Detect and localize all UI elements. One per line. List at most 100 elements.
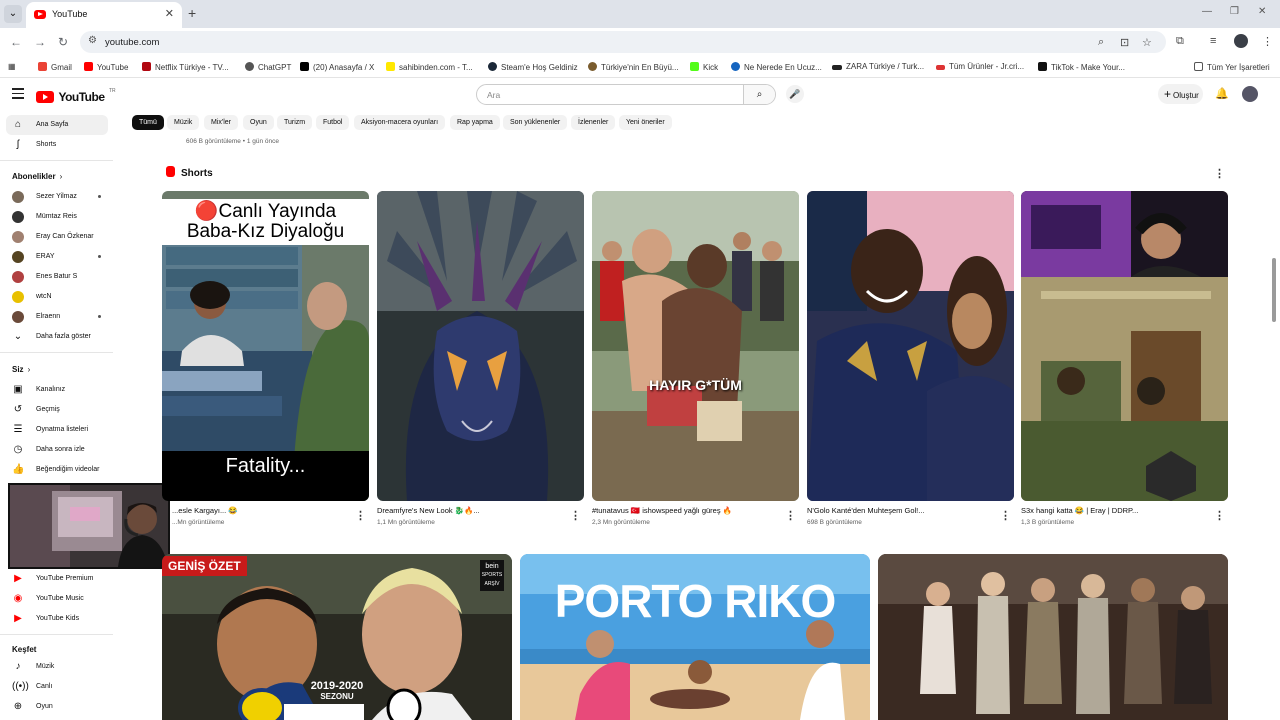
bookmark-steam[interactable]: Steam'e Hoş Geldiniz xyxy=(488,62,578,72)
new-tab-button[interactable]: + xyxy=(188,5,196,21)
sidebar-sub-1[interactable]: Mümtaz Reis xyxy=(6,207,108,227)
restore-icon[interactable]: ❐ xyxy=(1230,6,1239,17)
video-thumbnail[interactable]: PORTO RIKO xyxy=(520,554,870,720)
chip-new-to-you[interactable]: Yeni öneriler xyxy=(619,115,672,130)
install-app-icon[interactable]: ⊡ xyxy=(1120,36,1129,49)
short-menu-icon[interactable]: ⋮ xyxy=(570,509,581,522)
bookmark-turkiye[interactable]: Türkiye'nin En Büyü... xyxy=(588,62,679,72)
media-icon[interactable]: ≡ xyxy=(1210,35,1216,47)
sidebar-sub-4[interactable]: Enes Batur S xyxy=(6,267,108,287)
bookmark-netflix[interactable]: Netflix Türkiye - TV... xyxy=(142,62,229,72)
short-views: 1,1 Mn görüntüleme xyxy=(377,519,435,526)
tab-search-button[interactable]: ⌄ xyxy=(4,5,22,23)
extensions-icon[interactable]: ⧉ xyxy=(1176,35,1184,48)
sidebar-item-live[interactable]: ((•)) Canlı xyxy=(6,677,108,697)
show-more-button[interactable]: ⌄ Daha fazla göster xyxy=(6,327,108,347)
sidebar-item-explore-music[interactable]: ♪ Müzik xyxy=(6,657,108,677)
short-menu-icon[interactable]: ⋮ xyxy=(1214,509,1225,522)
profile-avatar[interactable] xyxy=(1234,34,1248,48)
bookmark-zara[interactable]: ZARA Türkiye / Turk... xyxy=(832,62,924,71)
sidebar-item-shorts[interactable]: ʃ Shorts xyxy=(6,135,108,155)
sidebar-item-history[interactable]: ↺ Geçmiş xyxy=(6,400,108,420)
chip-football[interactable]: Futbol xyxy=(316,115,350,130)
chip-action-adventure[interactable]: Aksiyon-macera oyunları xyxy=(354,115,446,130)
sidebar-item-home[interactable]: ⌂ Ana Sayfa xyxy=(6,115,108,135)
chip-music[interactable]: Müzik xyxy=(167,115,200,130)
sidebar-item-liked[interactable]: 👍 Beğendiğim videolar xyxy=(6,460,108,480)
chip-recently-uploaded[interactable]: Son yüklenenler xyxy=(503,115,568,130)
chip-all[interactable]: Tümü xyxy=(132,115,164,130)
search-input[interactable]: Ara xyxy=(487,90,500,100)
bookmark-star-icon[interactable]: ☆ xyxy=(1142,36,1152,49)
account-avatar[interactable] xyxy=(1242,86,1258,102)
bookmark-chatgpt[interactable]: ChatGPT xyxy=(245,62,291,72)
short-title[interactable]: ...esle Kargayı... 😂 xyxy=(172,506,342,515)
guide-menu-icon[interactable] xyxy=(12,88,24,102)
short-thumbnail[interactable]: HAYIR G*TÜM xyxy=(592,191,799,501)
notifications-bell-icon[interactable]: 🔔 xyxy=(1215,87,1229,100)
search-box[interactable]: Ara ⌕ xyxy=(476,84,776,105)
all-bookmarks[interactable]: Tüm Yer İşaretleri xyxy=(1194,62,1270,72)
sidebar-sub-2[interactable]: Eray Can Özkenar xyxy=(6,227,108,247)
bookmark-kick[interactable]: Kick xyxy=(690,62,718,72)
omnibox[interactable]: ⚙ youtube.com ⌕ ⊡ ☆ xyxy=(80,31,1166,53)
shelf-menu-icon[interactable]: ⋮ xyxy=(1214,167,1225,180)
short-title[interactable]: S3x hangi katta 😂 | Eray | DDRP... xyxy=(1021,506,1191,515)
sidebar-label: YouTube Music xyxy=(36,595,84,602)
short-thumbnail[interactable]: 🔴Canlı Yayında Baba-Kız Diyaloğu Fatalit… xyxy=(162,191,369,501)
sidebar-item-music[interactable]: ◉ YouTube Music xyxy=(6,589,108,609)
sidebar-sub-6[interactable]: Elraenn xyxy=(6,307,108,327)
apps-icon[interactable]: ▦ xyxy=(8,62,16,71)
reload-icon[interactable]: ↻ xyxy=(58,35,68,49)
forward-icon[interactable]: → xyxy=(34,35,46,49)
bookmark-jrcri[interactable]: Tüm Ürünler - Jr.cri... xyxy=(936,62,1024,71)
bookmark-x[interactable]: (20) Anasayfa / X xyxy=(300,62,374,72)
chip-gaming[interactable]: Oyun xyxy=(243,115,274,130)
sidebar-sub-5[interactable]: wtcN xyxy=(6,287,108,307)
short-thumbnail[interactable] xyxy=(377,191,584,501)
page-scrollbar[interactable] xyxy=(1272,258,1276,322)
zoom-icon[interactable]: ⌕ xyxy=(1098,36,1104,49)
short-menu-icon[interactable]: ⋮ xyxy=(355,509,366,522)
short-thumbnail[interactable] xyxy=(1021,191,1228,501)
chip-watched[interactable]: İzlenenler xyxy=(571,115,616,130)
sidebar-item-watch-later[interactable]: ◷ Daha sonra izle xyxy=(6,440,108,460)
create-button[interactable]: + Oluştur xyxy=(1158,84,1203,104)
sidebar-sub-3[interactable]: ERAY xyxy=(6,247,108,267)
youtube-logo[interactable]: YouTube TR xyxy=(36,88,116,106)
sidebar-item-premium[interactable]: ▶ YouTube Premium xyxy=(6,569,108,589)
bookmark-gmail[interactable]: Gmail xyxy=(38,62,72,72)
bookmark-nenerede[interactable]: Ne Nerede En Ucuz... xyxy=(731,62,822,72)
close-window-icon[interactable]: ✕ xyxy=(1258,6,1266,17)
bookmark-label: Türkiye'nin En Büyü... xyxy=(601,63,679,72)
search-button[interactable]: ⌕ xyxy=(743,85,775,104)
bookmark-youtube[interactable]: YouTube xyxy=(84,62,128,72)
tab-close-icon[interactable]: ✕ xyxy=(165,7,174,20)
site-info-icon[interactable]: ⚙ xyxy=(88,35,97,46)
short-menu-icon[interactable]: ⋮ xyxy=(785,509,796,522)
menu-kebab-icon[interactable]: ⋮ xyxy=(1262,35,1273,48)
voice-search-icon[interactable]: 🎤 xyxy=(786,85,804,103)
subscriptions-heading[interactable]: Abonelikler › xyxy=(12,172,62,181)
sidebar-item-channel[interactable]: ▣ Kanalınız xyxy=(6,380,108,400)
bookmark-tiktok[interactable]: TikTok - Make Your... xyxy=(1038,62,1125,72)
short-title[interactable]: N'Golo Kanté'den Muhteşem Gol!... xyxy=(807,506,977,515)
short-menu-icon[interactable]: ⋮ xyxy=(1000,509,1011,522)
bookmark-sahibinden[interactable]: sahibinden.com - T... xyxy=(386,62,473,72)
video-thumbnail[interactable] xyxy=(878,554,1228,720)
sidebar-sub-0[interactable]: Sezer Yilmaz xyxy=(6,187,108,207)
chip-tourism[interactable]: Turizm xyxy=(277,115,313,130)
you-heading[interactable]: Siz › xyxy=(12,365,30,374)
back-icon[interactable]: ← xyxy=(10,35,22,49)
sidebar-item-kids[interactable]: ▶ YouTube Kids xyxy=(6,609,108,629)
short-title[interactable]: Dreamfyre's New Look 🐉🔥... xyxy=(377,506,547,515)
minimize-icon[interactable]: — xyxy=(1202,6,1212,17)
chip-mixes[interactable]: Mix'ler xyxy=(204,115,239,130)
sidebar-item-playlists[interactable]: ☰ Oynatma listeleri xyxy=(6,420,108,440)
browser-tab[interactable]: YouTube ✕ xyxy=(26,2,182,28)
short-thumbnail[interactable] xyxy=(807,191,1014,501)
sidebar-item-gaming[interactable]: ⊕ Oyun xyxy=(6,697,108,717)
video-thumbnail[interactable]: GENİŞ ÖZET bein SPORTS ARŞİV 2019-2020 S… xyxy=(162,554,512,720)
short-title[interactable]: #tunatavus 🇹🇷 ishowspeed yağlı güreş 🔥 xyxy=(592,506,762,515)
chip-rap[interactable]: Rap yapma xyxy=(450,115,500,130)
